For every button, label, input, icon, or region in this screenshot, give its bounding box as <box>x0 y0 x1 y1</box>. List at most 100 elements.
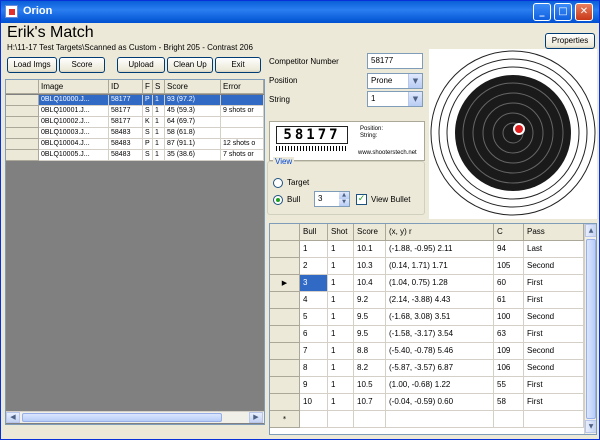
cell-shot[interactable]: 1 <box>328 326 354 343</box>
stepper-up-icon[interactable]: ▲ <box>339 192 349 199</box>
cell-bull[interactable]: 5 <box>300 309 328 326</box>
cell-bull[interactable]: 7 <box>300 343 328 360</box>
table-row[interactable]: 0BLQ10001.J... 58177 S 1 45 (59.3) 9 shots or <box>6 106 264 117</box>
cell-c[interactable]: 105 <box>494 258 524 275</box>
table-row[interactable]: 9 1 10.5 (1.00, -0.68) 1.22 55 First <box>270 377 584 394</box>
cell-f[interactable]: S <box>143 128 153 139</box>
row-header[interactable] <box>6 128 39 139</box>
row-header[interactable] <box>6 117 39 128</box>
cell-score[interactable]: 8.8 <box>354 343 386 360</box>
cell-bull[interactable]: 4 <box>300 292 328 309</box>
cell-id[interactable]: 58483 <box>109 150 143 161</box>
cell-score[interactable]: 9.5 <box>354 309 386 326</box>
cell-score[interactable]: 10.3 <box>354 258 386 275</box>
cell-c[interactable]: 61 <box>494 292 524 309</box>
cell-empty[interactable] <box>328 411 354 428</box>
cell-xy[interactable]: (0.14, 1.71) 1.71 <box>386 258 494 275</box>
row-header[interactable] <box>270 326 300 343</box>
bull-number-stepper[interactable]: 3 ▲ ▼ <box>314 191 350 207</box>
cell-empty[interactable] <box>494 411 524 428</box>
competitor-number-field[interactable]: 58177 <box>367 53 423 69</box>
cell-xy[interactable]: (-5.87, -3.57) 6.87 <box>386 360 494 377</box>
column-header-pass[interactable]: Pass <box>524 224 584 241</box>
close-button[interactable]: ✕ <box>575 3 593 21</box>
upload-button[interactable]: Upload <box>117 57 165 73</box>
cell-pass[interactable]: Second <box>524 360 584 377</box>
cell-xy[interactable]: (-1.88, -0.95) 2.11 <box>386 241 494 258</box>
cell-f[interactable]: S <box>143 106 153 117</box>
cell-xy[interactable]: (-0.04, -0.59) 0.60 <box>386 394 494 411</box>
image-list-hscrollbar[interactable]: ◀ ▶ <box>6 411 264 423</box>
cell-xy[interactable]: (2.14, -3.88) 4.43 <box>386 292 494 309</box>
row-header[interactable] <box>270 394 300 411</box>
cell-score[interactable]: 45 (59.3) <box>165 106 221 117</box>
cell-empty[interactable] <box>524 411 584 428</box>
scroll-thumb[interactable] <box>22 413 222 422</box>
view-bullet-checkbox[interactable]: ✓ <box>356 194 367 205</box>
scroll-down-icon[interactable]: ▼ <box>585 420 596 433</box>
column-header-s[interactable]: S <box>153 80 165 94</box>
table-row[interactable]: 8 1 8.2 (-5.87, -3.57) 6.87 106 Second <box>270 360 584 377</box>
maximize-button[interactable]: □ <box>554 3 572 21</box>
cell-error[interactable] <box>221 117 264 128</box>
column-header-image[interactable]: Image <box>39 80 109 94</box>
cell-bull[interactable]: 1 <box>300 241 328 258</box>
table-row[interactable]: 5 1 9.5 (-1.68, 3.08) 3.51 100 Second <box>270 309 584 326</box>
scroll-thumb[interactable] <box>586 239 596 419</box>
row-header[interactable] <box>270 360 300 377</box>
table-row[interactable]: 0BLQ10004.J... 58483 P 1 87 (91.1) 12 shots o <box>6 139 264 150</box>
cell-c[interactable]: 58 <box>494 394 524 411</box>
cell-score[interactable]: 10.1 <box>354 241 386 258</box>
cell-bull[interactable]: 2 <box>300 258 328 275</box>
cell-shot[interactable]: 1 <box>328 275 354 292</box>
cell-shot[interactable]: 1 <box>328 394 354 411</box>
cell-shot[interactable]: 1 <box>328 309 354 326</box>
cell-shot[interactable]: 1 <box>328 377 354 394</box>
cell-pass[interactable]: First <box>524 394 584 411</box>
exit-button[interactable]: Exit <box>215 57 261 73</box>
row-header[interactable] <box>270 343 300 360</box>
row-header[interactable]: ▶ <box>270 275 300 292</box>
cell-bull[interactable]: 10 <box>300 394 328 411</box>
row-header[interactable] <box>6 106 39 117</box>
properties-button[interactable]: Properties <box>545 33 595 49</box>
cell-image[interactable]: 0BLQ10004.J... <box>39 139 109 150</box>
scroll-right-icon[interactable]: ▶ <box>249 412 263 423</box>
chevron-down-icon[interactable]: ▼ <box>408 74 422 88</box>
cell-error[interactable]: 7 shots or <box>221 150 264 161</box>
row-header[interactable] <box>270 309 300 326</box>
table-row[interactable]: 4 1 9.2 (2.14, -3.88) 4.43 61 First <box>270 292 584 309</box>
cell-shot[interactable]: 1 <box>328 258 354 275</box>
table-row[interactable]: 0BLQ10000.J... 58177 P 1 93 (97.2) <box>6 95 264 106</box>
bull-radio[interactable] <box>273 195 283 205</box>
cell-s[interactable]: 1 <box>153 128 165 139</box>
chevron-down-icon[interactable]: ▼ <box>408 92 422 106</box>
cell-bull[interactable]: 3 <box>300 275 328 292</box>
row-header[interactable] <box>6 139 39 150</box>
shot-table[interactable]: Bull Shot Score (x, y) r C Pass 1 1 10.1 (-… <box>269 223 597 435</box>
column-header-score[interactable]: Score <box>354 224 386 241</box>
new-row[interactable]: * <box>270 411 584 428</box>
cell-score[interactable]: 10.4 <box>354 275 386 292</box>
stepper-down-icon[interactable]: ▼ <box>339 199 349 206</box>
table-row[interactable]: ▶ 3 1 10.4 (1.04, 0.75) 1.28 60 First <box>270 275 584 292</box>
column-header-score[interactable]: Score <box>165 80 221 94</box>
cell-image[interactable]: 0BLQ10003.J... <box>39 128 109 139</box>
table-row[interactable]: 1 1 10.1 (-1.88, -0.95) 2.11 94 Last <box>270 241 584 258</box>
cell-pass[interactable]: First <box>524 292 584 309</box>
table-row[interactable]: 10 1 10.7 (-0.04, -0.59) 0.60 58 First <box>270 394 584 411</box>
cell-score[interactable]: 9.5 <box>354 326 386 343</box>
scroll-left-icon[interactable]: ◀ <box>6 412 20 423</box>
table-row[interactable]: 0BLQ10002.J... 58177 K 1 64 (69.7) <box>6 117 264 128</box>
cell-id[interactable]: 58177 <box>109 117 143 128</box>
cell-image[interactable]: 0BLQ10001.J... <box>39 106 109 117</box>
column-header-xy[interactable]: (x, y) r <box>386 224 494 241</box>
load-images-button[interactable]: Load Imgs <box>7 57 57 73</box>
score-button[interactable]: Score <box>59 57 105 73</box>
cell-c[interactable]: 94 <box>494 241 524 258</box>
cell-image[interactable]: 0BLQ10000.J... <box>39 95 109 106</box>
cell-score[interactable]: 35 (38.6) <box>165 150 221 161</box>
cell-id[interactable]: 58483 <box>109 128 143 139</box>
cell-score[interactable]: 10.7 <box>354 394 386 411</box>
cell-id[interactable]: 58177 <box>109 106 143 117</box>
